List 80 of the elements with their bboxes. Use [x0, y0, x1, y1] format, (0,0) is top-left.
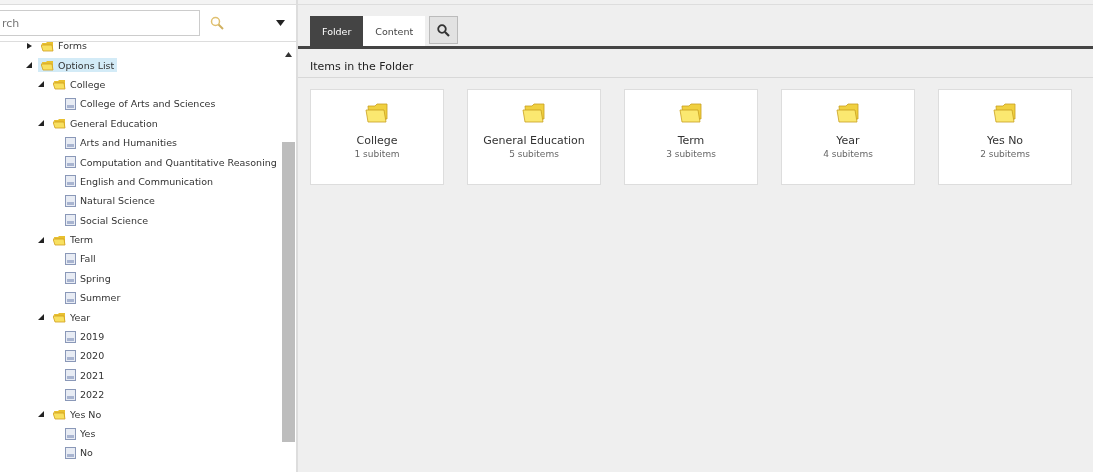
document-icon	[65, 446, 76, 459]
document-icon	[65, 349, 76, 362]
folder-name: College	[356, 134, 398, 147]
document-icon	[65, 194, 76, 207]
folder-icon	[679, 102, 703, 124]
document-icon	[65, 214, 76, 227]
folder-icon	[41, 42, 54, 52]
folder-icon	[41, 59, 54, 72]
document-icon	[65, 330, 76, 343]
document-icon	[65, 253, 76, 265]
tree-item[interactable]: Year	[50, 310, 94, 325]
subitem-count: 4 subitems	[823, 149, 873, 159]
document-icon	[65, 272, 76, 285]
folder-icon	[53, 408, 66, 421]
document-icon	[65, 427, 76, 440]
tree-item[interactable]: Social Science	[62, 213, 151, 228]
subitem-count: 3 subitems	[666, 149, 716, 159]
search-button[interactable]	[429, 16, 459, 44]
tree-item[interactable]: Natural Science	[62, 193, 158, 208]
tree-item[interactable]: 2022	[62, 387, 108, 402]
folder-icon	[836, 102, 860, 124]
document-icon	[65, 369, 76, 382]
expand-toggle-icon[interactable]	[38, 236, 44, 243]
tree-item[interactable]: Term	[50, 232, 97, 247]
subitem-count: 1 subitem	[354, 149, 400, 159]
dropdown-caret-icon[interactable]	[276, 20, 285, 26]
folder-card[interactable]: College 1 subitem	[310, 89, 444, 185]
folder-card[interactable]: Yes No 2 subitems	[938, 89, 1072, 185]
folder-icon	[522, 102, 546, 124]
tree-item[interactable]: 2020	[62, 348, 108, 363]
tree-item[interactable]: Yes No	[50, 407, 105, 422]
folder-icon	[53, 233, 66, 246]
search-icon	[437, 23, 451, 37]
scroll-up-arrow-icon[interactable]	[285, 52, 292, 57]
tree-item[interactable]: 2021	[62, 368, 108, 383]
tree-item[interactable]: Options List	[38, 58, 118, 73]
tree-item[interactable]: Arts and Humanities	[62, 135, 181, 150]
folder-name: Year	[836, 134, 860, 147]
tree-item[interactable]: Yes	[62, 426, 99, 441]
document-icon	[65, 388, 76, 401]
expand-toggle-icon[interactable]	[38, 81, 44, 88]
expand-toggle-icon[interactable]	[38, 411, 44, 418]
search-field[interactable]: rch	[0, 10, 200, 36]
tree-item[interactable]: General Education	[50, 116, 161, 131]
document-icon	[65, 175, 76, 188]
folder-card[interactable]: General Education 5 subitems	[467, 89, 601, 185]
scrollbar-thumb[interactable]	[282, 142, 295, 442]
subitem-count: 2 subitems	[980, 149, 1030, 159]
folder-name: General Education	[483, 134, 585, 147]
tree-item[interactable]: 2019	[62, 329, 108, 344]
document-icon	[65, 97, 76, 110]
expand-toggle-icon[interactable]	[26, 42, 32, 49]
section-title: Items in the Folder	[298, 49, 1093, 78]
tree-item[interactable]: College	[50, 77, 109, 92]
expand-toggle-icon[interactable]	[38, 314, 44, 321]
tree-item[interactable]: Forms	[38, 42, 90, 53]
tree-item[interactable]: Spring	[62, 271, 114, 286]
tree-item[interactable]: Computation and Quantitative Reasoning	[62, 155, 280, 170]
folder-icon	[993, 102, 1017, 124]
tab[interactable]: Folder	[310, 16, 364, 46]
document-icon	[65, 136, 76, 149]
folder-icon	[53, 78, 66, 91]
folder-icon	[53, 117, 66, 130]
folder-card[interactable]: Year 4 subitems	[781, 89, 915, 185]
folder-name: Term	[677, 134, 705, 147]
folder-icon	[365, 102, 389, 124]
folder-card[interactable]: Term 3 subitems	[624, 89, 758, 185]
tree-item[interactable]: English and Communication	[62, 174, 217, 189]
subitem-count: 5 subitems	[509, 149, 559, 159]
tree-item[interactable]: Fall	[62, 252, 99, 266]
folder-icon	[53, 311, 66, 324]
document-icon	[65, 291, 76, 304]
tab[interactable]: Content	[363, 16, 426, 46]
tree-item[interactable]: Summer	[62, 290, 124, 305]
expand-toggle-icon[interactable]	[26, 62, 32, 69]
document-icon	[65, 156, 76, 169]
tree-item[interactable]: No	[62, 445, 96, 460]
tree-item[interactable]: College of Arts and Sciences	[62, 96, 219, 111]
folder-name: Yes No	[986, 134, 1024, 147]
expand-toggle-icon[interactable]	[38, 120, 44, 127]
